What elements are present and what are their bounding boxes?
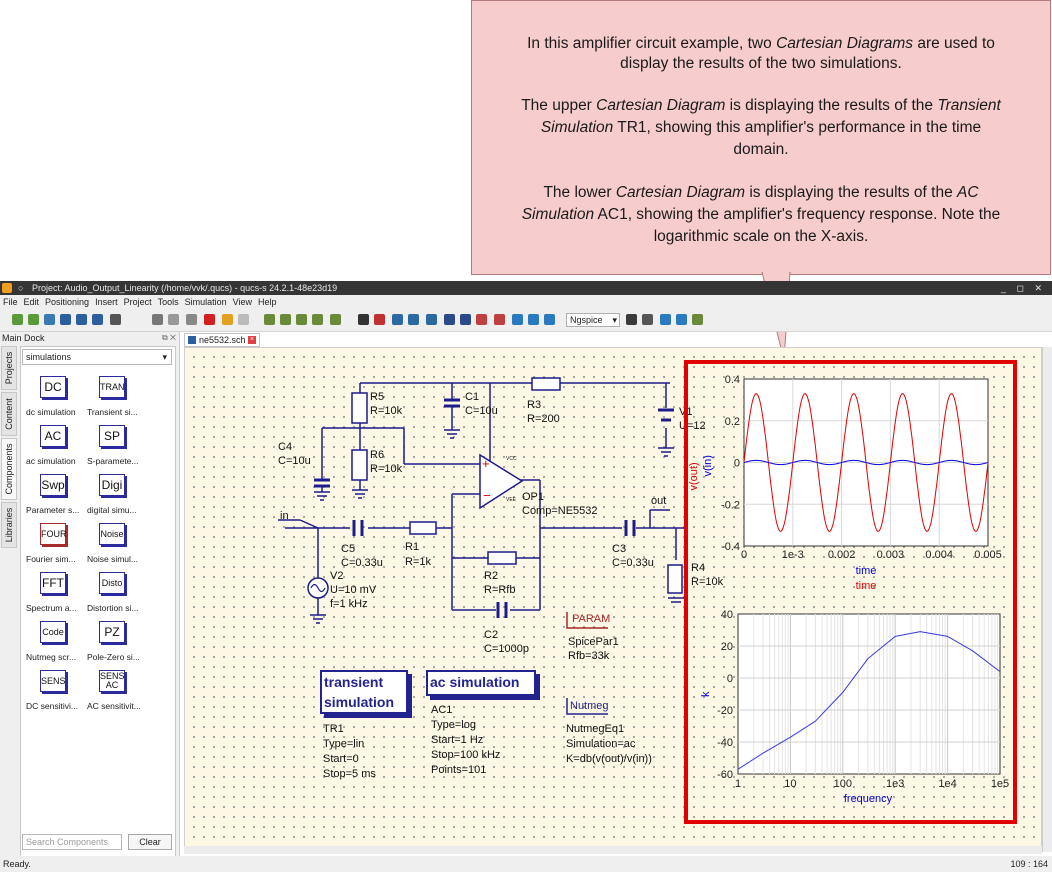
status-bar: Ready. 109 : 164 [0, 856, 1052, 872]
cursor-position: 109 : 164 [1010, 859, 1048, 869]
highlight-box [684, 360, 1017, 824]
status-text: Ready. [3, 859, 31, 869]
